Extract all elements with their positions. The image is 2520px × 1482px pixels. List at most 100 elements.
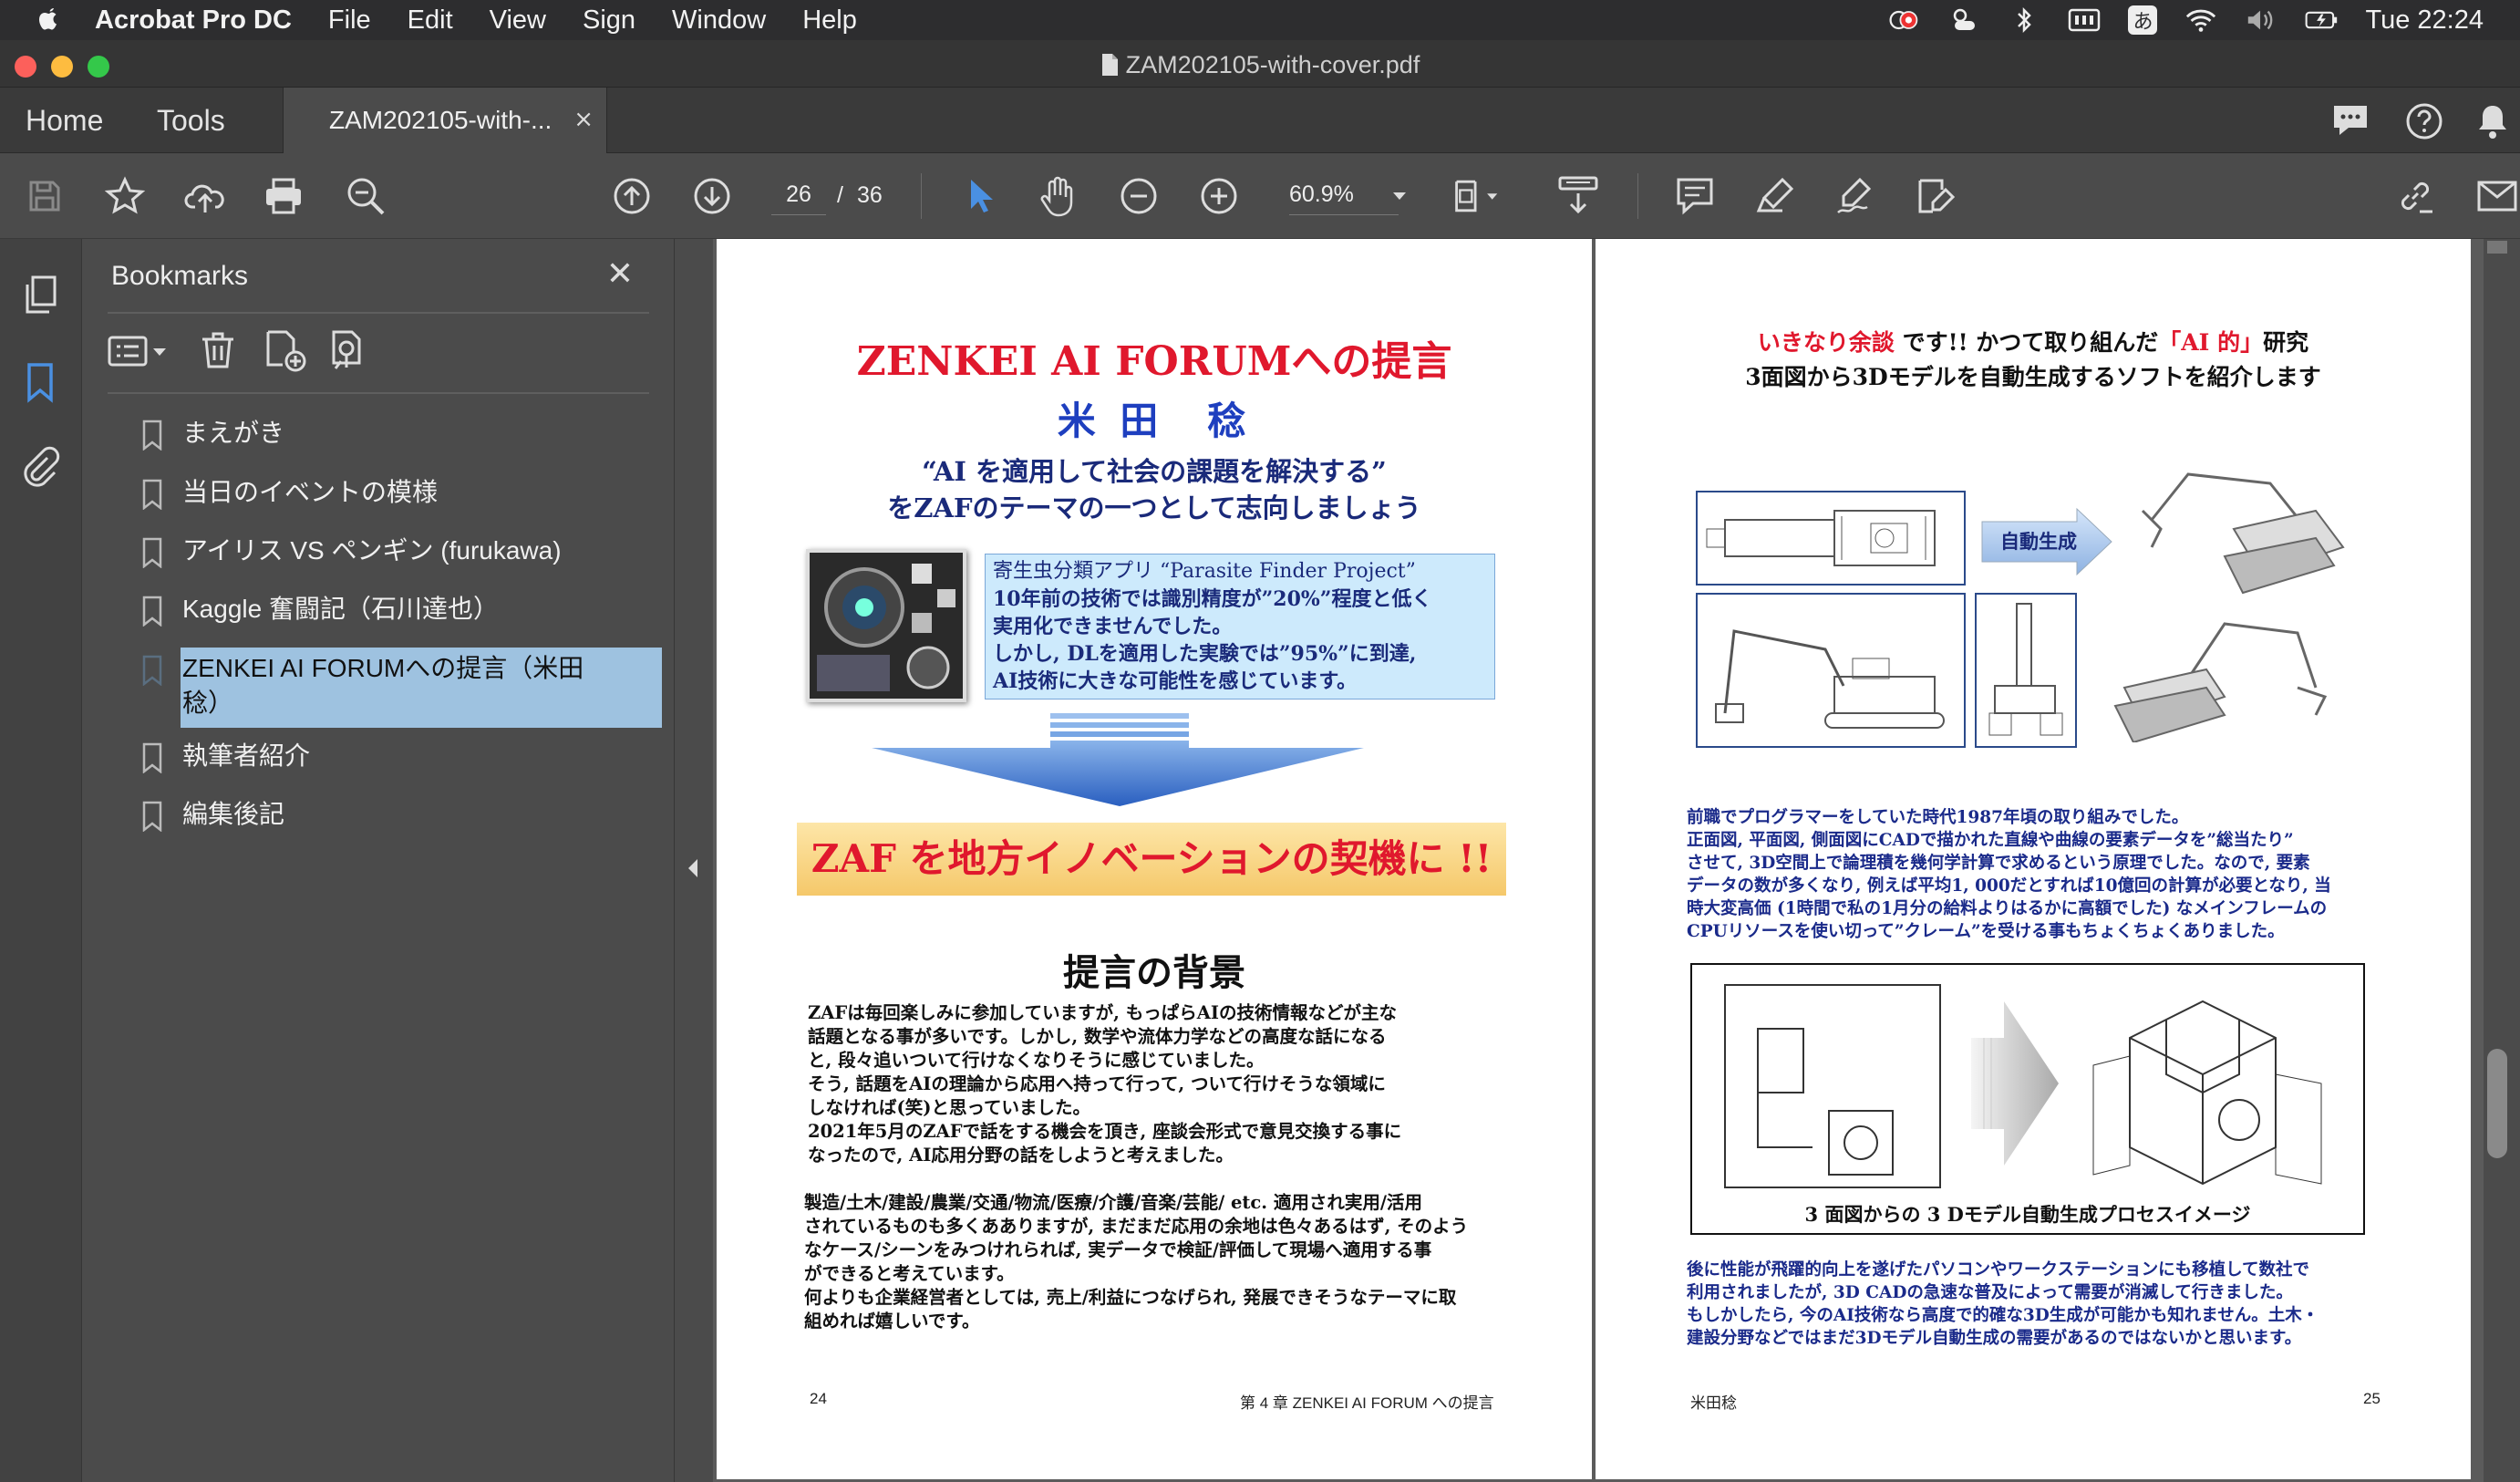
menu-window[interactable]: Window: [672, 5, 766, 36]
headline-banner-text: ZAF を地方イノベーションの契機に !!: [811, 836, 1492, 881]
navigation-rail: [0, 239, 82, 1482]
menu-file[interactable]: File: [328, 5, 371, 36]
zoom-in-icon[interactable]: [1194, 171, 1244, 221]
collapse-arrow-icon[interactable]: [686, 857, 700, 879]
bluetooth-icon[interactable]: [2008, 6, 2040, 34]
bookmark-from-selection-icon[interactable]: [328, 328, 370, 372]
save-icon[interactable]: [20, 171, 69, 221]
excavator-3d-model-2: [2106, 596, 2343, 742]
page-thumbnails-icon[interactable]: [22, 274, 60, 316]
bookmark-options-icon[interactable]: [108, 332, 173, 368]
main-toolbar: 26 / 36 60.9%: [0, 153, 2520, 239]
slogan-line-2: をZAFのテーマの一つとして志向しましょう: [887, 492, 1421, 523]
text-line: 後に性能が飛躍的向上を遂げたパソコンやワークステーションにも移植して数社で: [1687, 1260, 2310, 1280]
add-comment-icon[interactable]: [1670, 171, 1720, 221]
info-line: 10年前の技術では識別精度が”20%”程度と低く: [993, 587, 1432, 611]
star-bookmark-icon[interactable]: [100, 171, 150, 221]
input-method-icon[interactable]: あ: [2128, 5, 2158, 35]
notifications-bell-icon[interactable]: [2474, 102, 2511, 140]
pdf-page-left: ZENKEI AI FORUMへの提言 米 田 稔 “AI を適用して社会の課題…: [717, 239, 1592, 1479]
next-page-icon[interactable]: [687, 171, 737, 221]
down-arrow-graphic: [872, 713, 1364, 806]
zoom-out-icon[interactable]: [1114, 171, 1163, 221]
bookmarks-panel-icon[interactable]: [24, 361, 57, 403]
text-line: 時大変高価 (1時間で私の1月分の給料よりはるかに高額でした) なメインフレーム…: [1687, 899, 2328, 918]
page-footer-author: 米田稔: [1690, 1394, 1737, 1412]
scrolling-mode-icon[interactable]: [1554, 171, 1603, 221]
background-paragraph: ZAFは毎回楽しみに参加していますが, もっぱらAIの技術情報などが主な 話題と…: [808, 1001, 1519, 1167]
page-number-input[interactable]: 26: [771, 175, 826, 215]
highlight-pen-icon[interactable]: [1751, 171, 1800, 221]
tab-tools[interactable]: Tools: [157, 104, 225, 138]
wifi-icon[interactable]: [2184, 6, 2217, 34]
hand-tool-icon[interactable]: [1034, 171, 1083, 221]
side-view-drawing: [1975, 593, 2077, 748]
slogan-line-1: “AI を適用して社会の課題を解決する”: [922, 456, 1387, 487]
tab-home[interactable]: Home: [26, 104, 103, 138]
creative-cloud-icon[interactable]: [1887, 6, 1920, 34]
bookmark-label: ZENKEI AI FORUMへの提言（米田稔）: [182, 654, 584, 717]
top-view-drawing: [1696, 491, 1966, 586]
battery-icon[interactable]: [2305, 6, 2338, 34]
panel-collapse-strip[interactable]: [675, 239, 713, 1482]
info-line: 寄生虫分類アプリ “Parasite Finder Project”: [993, 560, 1416, 583]
page-footer: 第 4 章 ZENKEI AI FORUM への提言: [1240, 1394, 1494, 1412]
print-icon[interactable]: [259, 171, 308, 221]
weather-icon[interactable]: [1947, 6, 1980, 34]
delete-bookmark-icon[interactable]: [199, 330, 237, 370]
vertical-scrollbar[interactable]: [2484, 239, 2520, 1482]
text-line: 製造/土木/建設/農業/交通/物流/医療/介護/音楽/芸能/ etc. 適用され…: [804, 1192, 1422, 1213]
bookmark-ribbon-icon: [140, 801, 164, 832]
menu-sign[interactable]: Sign: [583, 5, 635, 36]
close-tab-button[interactable]: ×: [573, 106, 594, 133]
text-line: データの数が多くなり, 例えば平均1, 000だとすれば10億回の計算が必要とな…: [1687, 876, 2331, 896]
scrollbar-thumb[interactable]: [2487, 1049, 2507, 1158]
menu-help[interactable]: Help: [802, 5, 857, 36]
bookmark-ribbon-icon: [140, 479, 164, 510]
app-menu[interactable]: Acrobat Pro DC: [95, 5, 292, 36]
menu-view[interactable]: View: [490, 5, 546, 36]
help-icon[interactable]: [2405, 102, 2443, 140]
previous-page-icon[interactable]: [607, 171, 656, 221]
headline-banner: ZAF を地方イノベーションの契機に !!: [797, 823, 1506, 896]
apple-icon[interactable]: [36, 5, 62, 35]
comments-icon[interactable]: [2330, 102, 2370, 139]
attachments-paperclip-icon[interactable]: [20, 445, 60, 489]
text-line: なったので, AI応用分野の話をしようと考えました。: [808, 1145, 1234, 1166]
author-name: 米 田 稔: [1057, 399, 1252, 443]
share-link-icon[interactable]: [2391, 171, 2440, 221]
text-line: 前職でプログラマーをしていた時代1987年頃の取り組みでした。: [1687, 808, 2189, 827]
auto-generate-label: 自動生成: [2000, 530, 2077, 553]
text-line: もしかしたら, 今のAI技術なら高度で的確な3D生成が可能かも知れません。土木・: [1687, 1306, 2319, 1325]
history-paragraph: 前職でプログラマーをしていた時代1987年頃の取り組みでした。 正面図, 平面図…: [1687, 806, 2434, 943]
search-zoom-icon[interactable]: [341, 171, 390, 221]
clock[interactable]: Tue 22:24: [2365, 5, 2484, 36]
sign-pen-icon[interactable]: [1831, 171, 1880, 221]
bookmark-ribbon-icon: [140, 420, 164, 451]
bookmark-label: 編集後記: [182, 800, 285, 828]
fit-page-icon[interactable]: [1451, 171, 1501, 221]
keyboard-icon[interactable]: [2068, 6, 2101, 34]
text-line: と, 段々追いついて行けなくなりそうに感じていました。: [808, 1050, 1265, 1071]
page-total: 36: [857, 181, 883, 208]
text-line: 組めれば嬉しいです。: [804, 1311, 980, 1332]
upload-cloud-icon[interactable]: [181, 171, 230, 221]
text-line: 建設分野などではまだ3Dモデル自動生成の需要があるのではないかと思います。: [1687, 1329, 2302, 1348]
volume-icon[interactable]: [2245, 6, 2277, 34]
email-icon[interactable]: [2473, 171, 2520, 221]
bookmark-label: 執筆者紹介: [182, 741, 311, 770]
process-figure: 3 面図からの 3 Dモデル自動生成プロセスイメージ: [1690, 963, 2365, 1235]
tab-document[interactable]: ZAM202105-with-... ×: [283, 88, 607, 153]
close-panel-button[interactable]: ✕: [606, 255, 634, 293]
bookmark-ribbon-icon: [140, 742, 164, 773]
select-pointer-icon[interactable]: [955, 171, 1005, 221]
text-line: 正面図, 平面図, 側面図にCADで描かれた直線や曲線の要素データを”総当たり”: [1687, 831, 2294, 850]
menu-edit[interactable]: Edit: [408, 5, 453, 36]
text-line: なケース/シーンをみつけれられば, 実データで検証/評価して現場へ適用する事: [804, 1239, 1432, 1260]
info-line: しかし, DLを適用した実験では”95%”に到達,: [993, 642, 1417, 666]
front-view-drawing: [1696, 593, 1966, 748]
new-bookmark-icon[interactable]: [263, 328, 308, 372]
text-line: されているものも多くあありますが, まだまだ応用の余地は色々あるはず, そのよう: [804, 1216, 1469, 1237]
edit-pdf-icon[interactable]: [1911, 171, 1960, 221]
zoom-dropdown-chevron-icon[interactable]: [1375, 171, 1424, 221]
